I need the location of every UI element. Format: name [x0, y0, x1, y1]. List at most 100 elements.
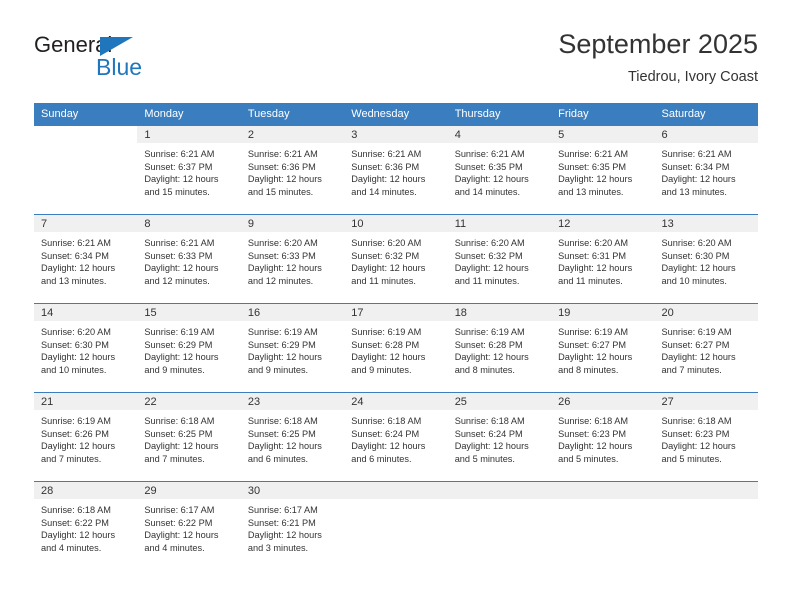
daylight-duration-line2: and 10 minutes.: [661, 275, 727, 286]
sunset-time: Sunset: 6:32 PM: [351, 250, 420, 261]
calendar-day-cell[interactable]: 23 Sunrise: 6:18 AM Sunset: 6:25 PM Dayligh…: [240, 392, 345, 482]
day-details: Sunrise: 6:19 AM Sunset: 6:27 PM Daylight:…: [551, 321, 654, 376]
calendar-day-cell[interactable]: 26 Sunrise: 6:18 AM Sunset: 6:23 PM Dayligh…: [551, 392, 655, 482]
daylight-duration-line2: and 12 minutes.: [247, 275, 314, 286]
day-number: 25: [447, 393, 552, 410]
calendar-day-cell[interactable]: 28 Sunrise: 6:18 AM Sunset: 6:22 PM Dayligh…: [34, 481, 138, 570]
calendar-day-cell[interactable]: 13 Sunrise: 6:20 AM Sunset: 6:30 PM Dayligh…: [654, 214, 758, 304]
calendar-day-cell[interactable]: [654, 481, 758, 570]
sunrise-time: Sunrise: 6:21 AM: [558, 149, 629, 159]
sunrise-time: Sunrise: 6:20 AM: [661, 238, 732, 248]
day-number: 4: [447, 126, 552, 143]
day-number: 11: [447, 215, 552, 232]
day-details: Sunrise: 6:20 AM Sunset: 6:32 PM Daylight:…: [344, 232, 447, 287]
calendar-day-cell[interactable]: 18 Sunrise: 6:19 AM Sunset: 6:28 PM Dayligh…: [447, 303, 552, 393]
calendar-day-cell[interactable]: [551, 481, 655, 570]
day-cell-content: [654, 482, 758, 570]
daylight-duration-line1: Daylight: 12 hours: [247, 352, 322, 363]
calendar-day-cell[interactable]: 1 Sunrise: 6:21 AM Sunset: 6:37 PM Daylight…: [137, 126, 241, 215]
calendar-day-cell[interactable]: 29 Sunrise: 6:17 AM Sunset: 6:22 PM Dayligh…: [137, 481, 241, 570]
day-cell-content: 15 Sunrise: 6:19 AM Sunset: 6:29 PM Dayligh…: [137, 304, 241, 392]
day-details: Sunrise: 6:19 AM Sunset: 6:29 PM Daylight:…: [137, 321, 240, 376]
day-number: 28: [34, 482, 138, 499]
calendar-day-cell[interactable]: 21 Sunrise: 6:19 AM Sunset: 6:26 PM Dayligh…: [34, 392, 138, 482]
calendar-day-cell[interactable]: 12 Sunrise: 6:20 AM Sunset: 6:31 PM Dayligh…: [551, 214, 655, 304]
sunrise-time: Sunrise: 6:18 AM: [558, 416, 629, 426]
calendar-day-cell[interactable]: 14 Sunrise: 6:20 AM Sunset: 6:30 PM Dayligh…: [34, 303, 138, 393]
day-number: 14: [34, 304, 138, 321]
sunset-time: Sunset: 6:35 PM: [558, 161, 627, 172]
sunset-time: Sunset: 6:33 PM: [247, 250, 316, 261]
weekday-header-friday: Friday: [551, 103, 655, 126]
day-details: Sunrise: 6:18 AM Sunset: 6:23 PM Daylight:…: [655, 410, 758, 465]
day-number: [344, 482, 448, 499]
weekday-header-tuesday: Tuesday: [240, 103, 345, 126]
day-cell-content: 14 Sunrise: 6:20 AM Sunset: 6:30 PM Dayligh…: [34, 304, 138, 392]
calendar-day-cell[interactable]: 6 Sunrise: 6:21 AM Sunset: 6:34 PM Daylight…: [654, 126, 758, 215]
calendar-day-cell[interactable]: 22 Sunrise: 6:18 AM Sunset: 6:25 PM Dayligh…: [137, 392, 241, 482]
calendar-day-cell[interactable]: 19 Sunrise: 6:19 AM Sunset: 6:27 PM Dayligh…: [551, 303, 655, 393]
calendar-day-cell[interactable]: 20 Sunrise: 6:19 AM Sunset: 6:27 PM Dayligh…: [654, 303, 758, 393]
calendar-day-cell[interactable]: 4 Sunrise: 6:21 AM Sunset: 6:35 PM Daylight…: [447, 126, 552, 215]
calendar-day-cell[interactable]: 7 Sunrise: 6:21 AM Sunset: 6:34 PM Daylight…: [34, 214, 138, 304]
sunrise-time: Sunrise: 6:19 AM: [558, 327, 629, 337]
daylight-duration-line1: Daylight: 12 hours: [661, 352, 736, 363]
calendar-day-cell[interactable]: 8 Sunrise: 6:21 AM Sunset: 6:33 PM Daylight…: [137, 214, 241, 304]
calendar-day-cell[interactable]: 17 Sunrise: 6:19 AM Sunset: 6:28 PM Dayligh…: [344, 303, 448, 393]
daylight-duration-line1: Daylight: 12 hours: [351, 441, 426, 452]
day-details: Sunrise: 6:18 AM Sunset: 6:25 PM Daylight:…: [241, 410, 344, 465]
day-cell-content: 11 Sunrise: 6:20 AM Sunset: 6:32 PM Dayligh…: [447, 215, 552, 303]
day-number: [34, 126, 138, 143]
calendar-day-cell[interactable]: 30 Sunrise: 6:17 AM Sunset: 6:21 PM Dayligh…: [240, 481, 345, 570]
day-details: Sunrise: 6:21 AM Sunset: 6:33 PM Daylight:…: [137, 232, 240, 287]
calendar-day-cell[interactable]: 3 Sunrise: 6:21 AM Sunset: 6:36 PM Daylight…: [344, 126, 448, 215]
daylight-duration-line2: and 9 minutes.: [247, 364, 309, 375]
daylight-duration-line2: and 4 minutes.: [144, 542, 205, 553]
calendar-day-cell[interactable]: 27 Sunrise: 6:18 AM Sunset: 6:23 PM Dayligh…: [654, 392, 758, 482]
daylight-duration-line2: and 14 minutes.: [454, 186, 521, 197]
day-cell-content: 22 Sunrise: 6:18 AM Sunset: 6:25 PM Dayligh…: [137, 393, 241, 481]
calendar-day-cell[interactable]: 16 Sunrise: 6:19 AM Sunset: 6:29 PM Dayligh…: [240, 303, 345, 393]
day-cell-content: 30 Sunrise: 6:17 AM Sunset: 6:21 PM Dayligh…: [240, 482, 345, 570]
day-number: 30: [240, 482, 345, 499]
calendar-day-cell[interactable]: 5 Sunrise: 6:21 AM Sunset: 6:35 PM Daylight…: [551, 126, 655, 215]
calendar-day-cell[interactable]: 9 Sunrise: 6:20 AM Sunset: 6:33 PM Daylight…: [240, 214, 345, 304]
sunset-time: Sunset: 6:25 PM: [247, 428, 316, 439]
daylight-duration-line1: Daylight: 12 hours: [558, 352, 633, 363]
day-cell-content: [34, 126, 138, 214]
daylight-duration-line1: Daylight: 12 hours: [144, 530, 219, 541]
calendar-day-cell[interactable]: 11 Sunrise: 6:20 AM Sunset: 6:32 PM Dayligh…: [447, 214, 552, 304]
daylight-duration-line1: Daylight: 12 hours: [144, 352, 219, 363]
sunset-time: Sunset: 6:34 PM: [661, 161, 730, 172]
calendar-day-cell[interactable]: 25 Sunrise: 6:18 AM Sunset: 6:24 PM Dayligh…: [447, 392, 552, 482]
day-number: 13: [654, 215, 758, 232]
day-details: Sunrise: 6:20 AM Sunset: 6:30 PM Daylight:…: [655, 232, 758, 287]
day-details: Sunrise: 6:21 AM Sunset: 6:35 PM Daylight:…: [551, 143, 654, 198]
calendar-day-cell[interactable]: 2 Sunrise: 6:21 AM Sunset: 6:36 PM Daylight…: [240, 126, 345, 215]
daylight-duration-line1: Daylight: 12 hours: [661, 174, 736, 185]
sunrise-time: Sunrise: 6:18 AM: [247, 416, 318, 426]
day-details: Sunrise: 6:21 AM Sunset: 6:34 PM Daylight:…: [655, 143, 758, 198]
calendar-day-cell[interactable]: [34, 126, 138, 215]
day-cell-content: 20 Sunrise: 6:19 AM Sunset: 6:27 PM Dayligh…: [654, 304, 758, 392]
sunset-time: Sunset: 6:28 PM: [454, 339, 523, 350]
daylight-duration-line1: Daylight: 12 hours: [351, 174, 426, 185]
sunrise-time: Sunrise: 6:19 AM: [144, 327, 215, 337]
calendar-body: 1 Sunrise: 6:21 AM Sunset: 6:37 PM Daylight…: [34, 126, 758, 570]
sunset-time: Sunset: 6:29 PM: [247, 339, 316, 350]
calendar-day-cell[interactable]: [447, 481, 552, 570]
weekday-header-sunday: Sunday: [34, 103, 138, 126]
calendar-day-cell[interactable]: 15 Sunrise: 6:19 AM Sunset: 6:29 PM Dayligh…: [137, 303, 241, 393]
calendar-day-cell[interactable]: [344, 481, 448, 570]
day-cell-content: 26 Sunrise: 6:18 AM Sunset: 6:23 PM Dayligh…: [551, 393, 655, 481]
calendar-day-cell[interactable]: 10 Sunrise: 6:20 AM Sunset: 6:32 PM Dayligh…: [344, 214, 448, 304]
sunset-time: Sunset: 6:23 PM: [558, 428, 627, 439]
daylight-duration-line1: Daylight: 12 hours: [454, 174, 529, 185]
calendar-day-cell[interactable]: 24 Sunrise: 6:18 AM Sunset: 6:24 PM Dayligh…: [344, 392, 448, 482]
daylight-duration-line2: and 12 minutes.: [144, 275, 210, 286]
day-number: 24: [344, 393, 448, 410]
daylight-duration-line1: Daylight: 12 hours: [558, 441, 633, 452]
day-number: 8: [137, 215, 241, 232]
day-details: Sunrise: 6:20 AM Sunset: 6:33 PM Daylight:…: [241, 232, 344, 287]
day-details: Sunrise: 6:20 AM Sunset: 6:32 PM Daylight:…: [448, 232, 551, 287]
